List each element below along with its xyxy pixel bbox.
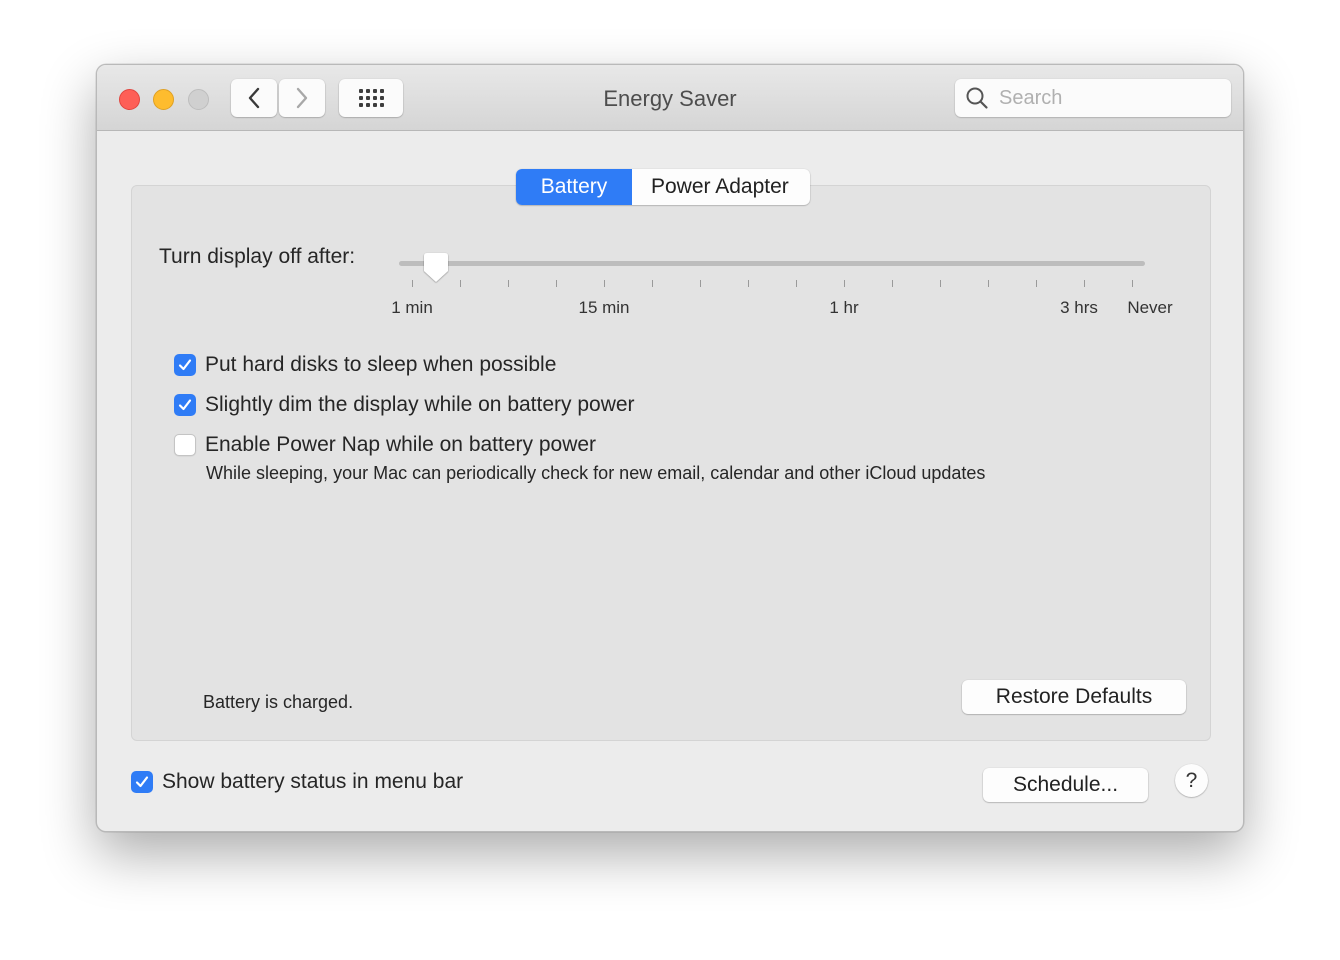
help-button[interactable]: ? [1175,764,1208,797]
show-battery-status-option[interactable]: Show battery status in menu bar [131,770,463,794]
show-battery-status-label: Show battery status in menu bar [162,770,464,793]
slider-tick [892,280,893,287]
slider-tick [700,280,701,287]
slider-tick [508,280,509,287]
title-bar: Energy Saver [97,65,1243,131]
help-icon: ? [1185,768,1198,792]
search-input[interactable] [997,85,1221,111]
display-sleep-label: Turn display off after: [159,245,356,268]
tab-power-adapter[interactable]: Power Adapter [632,169,810,205]
checkmark-icon [135,776,149,788]
option-label: Slightly dim the display while on batter… [205,393,635,416]
display-sleep-slider-track[interactable] [399,261,1145,266]
power-nap-description: While sleeping, your Mac can periodicall… [206,463,986,483]
energy-saver-window: Energy Saver Battery Power Adapter Turn … [96,64,1244,832]
slider-tick [1084,280,1085,287]
slider-tick-label: 3 hrs [1060,298,1098,317]
slider-tick [652,280,653,287]
slider-tick [748,280,749,287]
option-label: Enable Power Nap while on battery power [205,433,597,456]
slider-tick [1132,280,1133,287]
slider-tick [988,280,989,287]
display-sleep-slider-thumb[interactable] [422,251,450,285]
option-power-nap[interactable]: Enable Power Nap while on battery power [174,433,596,457]
slider-tick-label: 1 hr [829,298,859,317]
battery-status-text: Battery is charged. [203,692,354,712]
checkmark-icon [178,399,192,411]
tab-bar: Battery Power Adapter [516,169,810,205]
checkbox-show-battery-status[interactable] [131,771,153,793]
restore-defaults-button[interactable]: Restore Defaults [962,680,1186,714]
slider-tick-label: 15 min [578,298,630,317]
slider-tick [460,280,461,287]
slider-tick [604,280,605,287]
slider-tick-label: 1 min [391,298,433,317]
option-dim-display[interactable]: Slightly dim the display while on batter… [174,393,635,417]
option-label: Put hard disks to sleep when possible [205,353,557,376]
slider-tick [412,280,413,287]
slider-tick [1036,280,1037,287]
slider-tick [556,280,557,287]
slider-tick [940,280,941,287]
checkbox-power-nap[interactable] [174,434,196,456]
slider-tick-label: Never [1127,298,1173,317]
search-field[interactable] [955,79,1231,117]
slider-tick [796,280,797,287]
schedule-button[interactable]: Schedule... [983,768,1148,802]
option-hard-disk-sleep[interactable]: Put hard disks to sleep when possible [174,353,556,377]
checkbox-hard-disk-sleep[interactable] [174,354,196,376]
search-icon [966,87,988,109]
slider-tick [844,280,845,287]
tab-battery[interactable]: Battery [516,169,632,205]
checkmark-icon [178,359,192,371]
checkbox-dim-display[interactable] [174,394,196,416]
